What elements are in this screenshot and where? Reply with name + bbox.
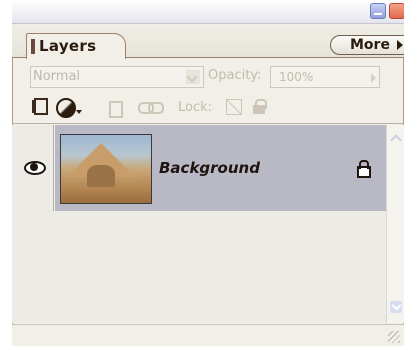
lock-label: Lock:: [178, 100, 213, 115]
lock-transparent-pixels-icon[interactable]: [226, 98, 242, 116]
title-bar: [12, 0, 404, 24]
resize-grip-icon[interactable]: [388, 331, 400, 343]
opacity-field[interactable]: 100%: [270, 66, 380, 88]
link-icon[interactable]: [138, 98, 164, 116]
bottom-bar: [12, 324, 404, 346]
close-button[interactable]: [389, 3, 404, 19]
opacity-label: Opacity:: [208, 68, 262, 83]
trash-icon[interactable]: [108, 98, 123, 118]
layer-row[interactable]: Background: [12, 125, 386, 211]
minimize-button[interactable]: [370, 3, 386, 19]
eye-icon: [24, 161, 46, 175]
grip-icon: [31, 39, 35, 54]
scroll-down-icon[interactable]: [390, 301, 402, 313]
layer-thumbnail: [60, 134, 152, 204]
tab-row: Layers More: [12, 24, 404, 59]
tab-label: Layers: [39, 37, 97, 55]
tab-layers[interactable]: Layers: [26, 33, 126, 59]
sphinx-shape: [87, 165, 115, 187]
layer-name: Background: [159, 159, 260, 177]
more-label: More: [350, 37, 390, 53]
lock-icon: [356, 160, 371, 178]
opacity-slider-arrow-icon[interactable]: [371, 73, 376, 83]
lock-all-icon[interactable]: [252, 98, 267, 116]
blend-mode-value: Normal: [33, 69, 81, 84]
scroll-up-icon[interactable]: [390, 133, 400, 143]
layer-row-selected[interactable]: Background: [55, 125, 386, 211]
layers-window: Layers More Normal Opacity: 100% Lock: B…: [0, 0, 404, 360]
new-layer-icon[interactable]: [30, 98, 48, 116]
layer-toolbar: Lock:: [12, 92, 404, 124]
arrow-right-icon: [397, 40, 403, 50]
adjustment-layer-icon[interactable]: [56, 98, 86, 118]
more-button[interactable]: More: [330, 35, 404, 55]
vertical-scrollbar[interactable]: [386, 125, 404, 323]
opacity-value: 100%: [279, 70, 314, 84]
blend-mode-select[interactable]: Normal: [30, 66, 204, 88]
options-row: Normal Opacity: 100%: [12, 60, 404, 92]
chevron-down-icon[interactable]: [186, 70, 200, 84]
visibility-toggle[interactable]: [12, 125, 54, 211]
layer-list: Background: [12, 125, 386, 323]
